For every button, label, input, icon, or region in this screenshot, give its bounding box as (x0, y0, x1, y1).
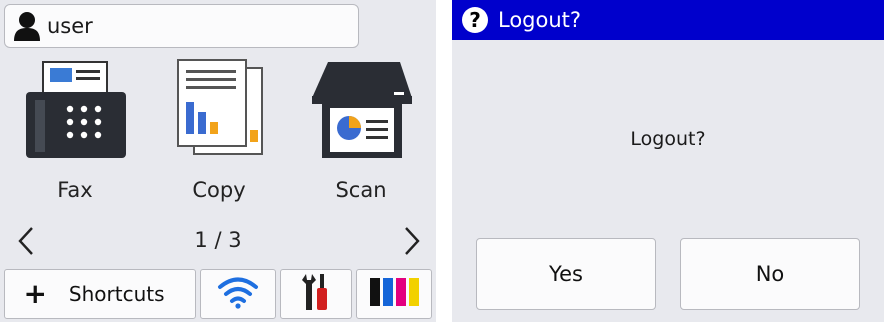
no-button[interactable]: No (680, 238, 860, 310)
wifi-button[interactable] (200, 269, 276, 319)
dialog-title-bar: ? Logout? (452, 0, 884, 40)
ink-icon (366, 276, 422, 312)
plus-icon: + (23, 277, 47, 310)
question-icon: ? (462, 7, 488, 33)
pager: 1 / 3 (0, 218, 436, 264)
ink-cartridge (383, 278, 393, 306)
page-indicator: 1 / 3 (194, 228, 242, 252)
fax-label: Fax (57, 178, 93, 202)
tools-icon (298, 272, 334, 316)
chevron-left-icon[interactable] (12, 224, 42, 258)
home-screen: user Fax Copy Scan 1 / 3 + Shortcuts (0, 0, 436, 322)
fax-tile[interactable]: Fax (12, 58, 138, 208)
yes-button[interactable]: Yes (476, 238, 656, 310)
user-name: user (47, 14, 93, 38)
dialog-title: Logout? (498, 8, 582, 32)
ink-cartridge (396, 278, 406, 306)
copy-label: Copy (192, 178, 246, 202)
dialog-message: Logout? (630, 128, 706, 150)
fax-icon (12, 58, 138, 168)
scan-label: Scan (335, 178, 387, 202)
scan-icon (298, 58, 424, 168)
wifi-icon (216, 275, 260, 313)
settings-button[interactable] (280, 269, 352, 319)
chevron-right-icon[interactable] (396, 224, 426, 258)
scan-tile[interactable]: Scan (298, 58, 424, 208)
user-icon (5, 4, 49, 48)
copy-tile[interactable]: Copy (156, 58, 282, 208)
ink-cartridge (409, 278, 419, 306)
ink-cartridge (370, 278, 380, 306)
copy-icon (156, 58, 282, 168)
ink-button[interactable] (356, 269, 432, 319)
logout-dialog: ? Logout? Logout? Yes No (452, 0, 884, 322)
user-bar[interactable]: user (4, 4, 359, 48)
shortcuts-label: Shortcuts (68, 282, 165, 306)
shortcuts-button[interactable]: + Shortcuts (4, 269, 196, 319)
